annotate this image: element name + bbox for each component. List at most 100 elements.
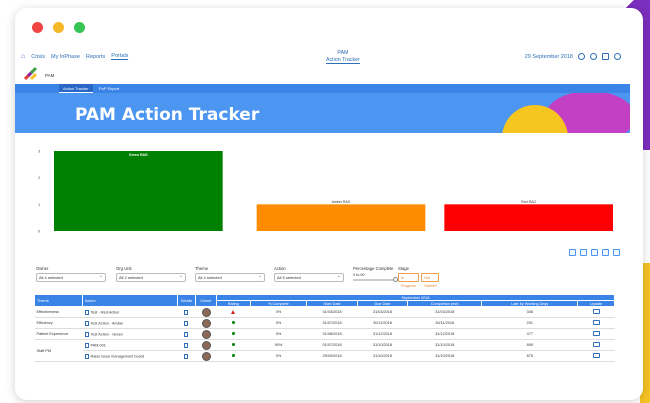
cell-details[interactable] — [177, 317, 196, 329]
update-icon[interactable] — [592, 353, 600, 358]
cell-details[interactable] — [177, 339, 196, 351]
cell-due-date: 31/10/2018 — [357, 350, 408, 362]
stage-option-not-started[interactable]: Not Started — [421, 273, 440, 288]
rag-status-icon — [231, 332, 235, 335]
cell-completion-est: 31/10/2018 — [407, 339, 482, 351]
table-row[interactable]: Staff PM PAM 001 90% 01/07/2018 31/10/2018 31… — [34, 339, 615, 362]
details-icon[interactable] — [183, 320, 188, 326]
details-icon[interactable] — [183, 331, 188, 337]
bar-red-rag[interactable] — [444, 204, 613, 231]
cell-action[interactable]: Test - Red Action — [82, 306, 178, 318]
cell-start-date: 01/03/2018 — [306, 306, 358, 318]
cell-action[interactable]: Raise issue management board — [82, 350, 178, 362]
cell-action[interactable]: Test Action - Amber — [82, 317, 178, 329]
top-navigation: ⌂ Crisis My InPhase Reports Portals PAM … — [21, 50, 621, 70]
update-icon[interactable] — [592, 320, 600, 325]
col-details[interactable]: Details — [177, 294, 196, 307]
percentage-slider[interactable] — [353, 277, 398, 282]
cell-completion-est: 31/03/2018 — [407, 306, 482, 318]
table-row[interactable]: Effectiveness Test - Red Action 0% 01/03/20… — [34, 306, 615, 318]
update-icon[interactable] — [592, 342, 600, 347]
cell-update[interactable] — [577, 339, 615, 351]
cell-action[interactable]: Test Action - Green — [82, 328, 178, 340]
bar-amber-rag[interactable] — [256, 204, 426, 231]
export-excel-icon[interactable] — [569, 249, 576, 256]
table-row[interactable]: Raise issue management board 0% 29/09/2018… — [35, 350, 615, 362]
tab-action-tracker[interactable]: Action Tracker — [59, 84, 93, 93]
current-date: 29 September 2018 — [524, 53, 573, 60]
action-filter-label: Action — [274, 266, 286, 271]
help-icon[interactable] — [614, 53, 621, 60]
y-tick-label: 3 — [38, 149, 41, 154]
update-icon[interactable] — [592, 309, 600, 314]
bar-label: Green RAG — [129, 153, 148, 157]
nav-link-my-inphase[interactable]: My InPhase — [51, 54, 80, 60]
cell-late-by: 477 — [481, 328, 578, 340]
details-icon[interactable] — [183, 309, 188, 315]
action-doc-icon — [84, 309, 89, 315]
avatar — [201, 307, 211, 317]
export-chart-icon[interactable] — [591, 249, 598, 256]
orgunit-filter-label: Org Unit — [116, 266, 132, 271]
cell-details[interactable] — [177, 350, 196, 362]
owner-filter-select[interactable]: All 4 selected — [36, 272, 106, 282]
page-heading: PAM Action Tracker — [326, 50, 360, 64]
nav-link-portals[interactable]: Portals — [111, 53, 129, 60]
cell-update[interactable] — [577, 350, 615, 362]
orgunit-filter-select[interactable]: All 2 selected — [116, 272, 186, 282]
cell-update[interactable] — [577, 306, 615, 318]
cell-update[interactable] — [577, 328, 615, 340]
app-label: PAM — [45, 72, 55, 78]
cell-action[interactable]: PAM 001 — [82, 339, 178, 351]
maximize-dot[interactable] — [74, 22, 85, 33]
details-icon[interactable] — [183, 353, 188, 359]
rag-status-icon — [231, 354, 235, 357]
close-dot[interactable] — [32, 22, 43, 33]
rag-status-icon — [231, 309, 236, 314]
bar-label: Amber RAG — [332, 200, 351, 204]
cell-complete: 0% — [250, 350, 307, 362]
cell-late-by: 875 — [481, 350, 578, 362]
export-pdf-icon[interactable] — [602, 249, 609, 256]
rag-status-icon — [231, 321, 235, 324]
cell-update[interactable] — [577, 317, 615, 329]
page-heading-subtitle[interactable]: Action Tracker — [326, 57, 360, 64]
cell-late-by: 895 — [481, 339, 578, 351]
fullscreen-icon[interactable] — [613, 249, 620, 256]
cell-complete: 0% — [250, 306, 307, 318]
home-icon[interactable]: ⌂ — [21, 53, 25, 60]
tab-pop-export[interactable]: PoP Export — [95, 84, 123, 93]
col-owner[interactable]: Owner — [195, 294, 217, 307]
cell-due-date: 31/12/2018 — [357, 328, 408, 340]
nav-link-crisis[interactable]: Crisis — [31, 54, 45, 60]
action-doc-icon — [84, 331, 89, 337]
cell-owner — [195, 328, 217, 340]
details-icon[interactable] — [183, 342, 188, 348]
action-filter-select[interactable]: All 5 selected — [274, 272, 344, 282]
update-icon[interactable] — [592, 331, 600, 336]
cell-details[interactable] — [177, 328, 196, 340]
nav-link-reports[interactable]: Reports — [86, 54, 105, 60]
home-outline-icon[interactable] — [602, 53, 609, 60]
table-row[interactable]: Efficiency Test Action - Amber 0% 01/07/201… — [34, 317, 615, 329]
table-row[interactable]: Patient Experience Test Action - Green 0% 0… — [34, 328, 615, 340]
col-theme[interactable]: Theme — [34, 294, 83, 307]
user-icon[interactable] — [590, 53, 597, 60]
minimize-dot[interactable] — [53, 22, 64, 33]
search-icon[interactable] — [578, 53, 585, 60]
cell-start-date: 01/07/2018 — [306, 339, 358, 351]
theme-filter-select[interactable]: All 4 selected — [195, 272, 265, 282]
cell-rating — [216, 350, 251, 362]
export-image-icon[interactable] — [580, 249, 587, 256]
cell-complete: 0% — [250, 317, 307, 329]
bar-green-rag[interactable] — [54, 151, 223, 231]
window-controls — [32, 22, 85, 33]
stage-option-in-progress[interactable]: In Progress — [398, 273, 420, 288]
cell-owner — [195, 306, 217, 318]
col-action[interactable]: Action — [82, 294, 178, 307]
table-body: Effectiveness Test - Red Action 0% 01/03/20… — [34, 306, 615, 362]
cell-owner — [195, 339, 217, 351]
cell-details[interactable] — [177, 306, 196, 318]
cell-late-by: 201 — [481, 317, 578, 329]
y-tick-label: 1 — [38, 202, 41, 207]
